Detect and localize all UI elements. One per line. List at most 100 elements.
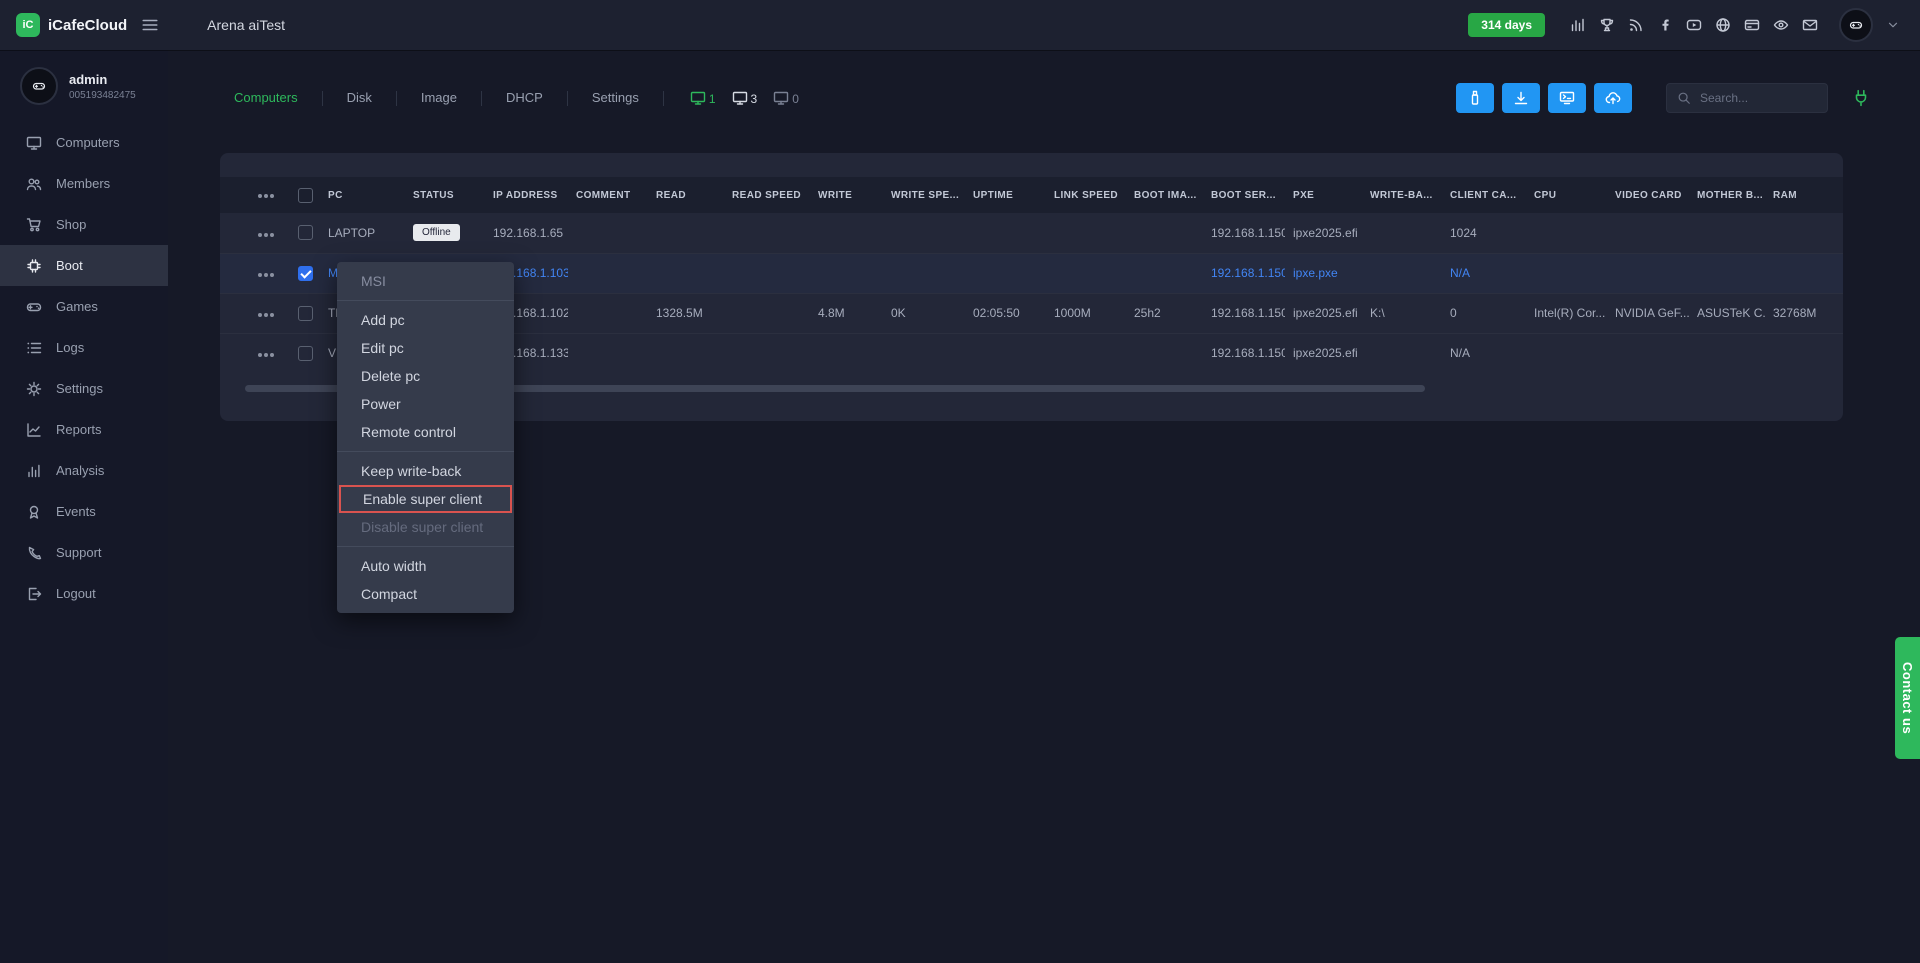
col-uptime[interactable]: UPTIME	[965, 177, 1046, 213]
col-boot-server[interactable]: BOOT SER...	[1203, 177, 1285, 213]
col-ram[interactable]: RAM	[1765, 177, 1843, 213]
col-boot-image[interactable]: BOOT IMA...	[1126, 177, 1203, 213]
menu-item-compact[interactable]: Compact	[337, 580, 514, 608]
row-actions-icon[interactable]	[258, 313, 262, 317]
sidebar-item-logout[interactable]: Logout	[0, 573, 168, 614]
counter-online[interactable]: 1	[690, 90, 716, 106]
globe-icon[interactable]	[1715, 17, 1731, 33]
col-status[interactable]: STATUS	[405, 177, 485, 213]
tab-settings[interactable]: Settings	[568, 78, 663, 118]
cell-ip: 192.168.1.65	[485, 213, 568, 253]
sidebar-item-boot[interactable]: Boot	[0, 245, 168, 286]
sidebar-item-support[interactable]: Support	[0, 532, 168, 573]
sidebar-item-events[interactable]: Events	[0, 491, 168, 532]
license-days-badge[interactable]: 314 days	[1468, 13, 1545, 37]
row-actions-icon[interactable]	[258, 233, 262, 237]
col-pxe[interactable]: PXE	[1285, 177, 1362, 213]
sidebar-item-logs[interactable]: Logs	[0, 327, 168, 368]
phone-icon	[26, 545, 42, 561]
menu-item-disable-super-client: Disable super client	[337, 513, 514, 541]
col-read-speed[interactable]: READ SPEED	[724, 177, 810, 213]
tab-image[interactable]: Image	[397, 78, 481, 118]
people-icon	[26, 176, 42, 192]
col-write[interactable]: WRITE	[810, 177, 883, 213]
download-button[interactable]	[1502, 83, 1540, 113]
col-comment[interactable]: COMMENT	[568, 177, 648, 213]
sidebar-item-settings[interactable]: Settings	[0, 368, 168, 409]
sidebar-item-shop[interactable]: Shop	[0, 204, 168, 245]
tab-dhcp[interactable]: DHCP	[482, 78, 567, 118]
row-checkbox[interactable]	[298, 225, 313, 240]
cell-pc[interactable]: LAPTOP	[320, 213, 405, 253]
counter-total[interactable]: 3	[732, 90, 758, 106]
col-pc[interactable]: PC	[320, 177, 405, 213]
trophy-icon[interactable]	[1599, 17, 1615, 33]
row-checkbox[interactable]	[298, 346, 313, 361]
cell-uptime	[965, 253, 1046, 293]
rss-icon[interactable]	[1628, 17, 1644, 33]
brand[interactable]: iC iCafeCloud	[0, 13, 127, 37]
col-video-card[interactable]: VIDEO CARD	[1607, 177, 1689, 213]
menu-item-keep-write-back[interactable]: Keep write-back	[337, 457, 514, 485]
sidebar-user-avatar	[20, 67, 58, 105]
row-actions-icon[interactable]	[258, 353, 262, 357]
col-client-cache[interactable]: CLIENT CA...	[1442, 177, 1526, 213]
tab-computers[interactable]: Computers	[222, 78, 322, 118]
sidebar-item-analysis[interactable]: Analysis	[0, 450, 168, 491]
row-checkbox-checked[interactable]	[298, 266, 313, 281]
col-write-back[interactable]: WRITE-BA...	[1362, 177, 1442, 213]
tab-disk[interactable]: Disk	[323, 78, 396, 118]
header-actions-icon[interactable]	[258, 194, 262, 198]
menu-item-power[interactable]: Power	[337, 390, 514, 418]
search-input[interactable]	[1698, 90, 1817, 106]
console-button[interactable]	[1548, 83, 1586, 113]
chevron-down-icon[interactable]	[1886, 18, 1900, 32]
user-avatar[interactable]	[1839, 8, 1873, 42]
topbar-right: 314 days	[1468, 8, 1920, 42]
analytics-icon[interactable]	[1570, 17, 1586, 33]
cell-pxe: ipxe2025.efi	[1285, 333, 1362, 373]
col-write-speed[interactable]: WRITE SPE...	[883, 177, 965, 213]
chart-line-icon	[26, 422, 42, 438]
cell-write	[810, 213, 883, 253]
contact-us-tab[interactable]: Contact us	[1895, 637, 1920, 759]
col-motherboard[interactable]: MOTHER B...	[1689, 177, 1765, 213]
menu-item-auto-width[interactable]: Auto width	[337, 552, 514, 580]
sidebar-item-members[interactable]: Members	[0, 163, 168, 204]
menu-item-edit-pc[interactable]: Edit pc	[337, 334, 514, 362]
menu-item-remote-control[interactable]: Remote control	[337, 418, 514, 446]
cell-comment	[568, 213, 648, 253]
facebook-icon[interactable]	[1657, 17, 1673, 33]
cell-client-cache: 1024	[1442, 213, 1526, 253]
youtube-icon[interactable]	[1686, 17, 1702, 33]
sidebar-item-computers[interactable]: Computers	[0, 122, 168, 163]
mail-icon[interactable]	[1802, 17, 1818, 33]
row-checkbox[interactable]	[298, 306, 313, 321]
cell-read	[648, 253, 724, 293]
select-all-checkbox[interactable]	[298, 188, 313, 203]
col-ip[interactable]: IP ADDRESS	[485, 177, 568, 213]
console-icon	[1559, 90, 1575, 106]
col-read[interactable]: READ	[648, 177, 724, 213]
menu-item-enable-super-client[interactable]: Enable super client	[339, 485, 512, 513]
billing-icon[interactable]	[1744, 17, 1760, 33]
col-cpu[interactable]: CPU	[1526, 177, 1607, 213]
cell-ram	[1765, 333, 1843, 373]
col-link-speed[interactable]: LINK SPEED	[1046, 177, 1126, 213]
download-icon	[1513, 90, 1529, 106]
cell-link-speed	[1046, 333, 1126, 373]
cloud-upload-button[interactable]	[1594, 83, 1632, 113]
flash-drive-button[interactable]	[1456, 83, 1494, 113]
monitor-icon	[732, 90, 748, 106]
eye-icon[interactable]	[1773, 17, 1789, 33]
search-icon	[1677, 91, 1691, 105]
plug-icon[interactable]	[1852, 89, 1870, 107]
row-actions-icon[interactable]	[258, 273, 262, 277]
menu-toggle-icon[interactable]	[141, 16, 159, 34]
sidebar-item-reports[interactable]: Reports	[0, 409, 168, 450]
menu-item-add-pc[interactable]: Add pc	[337, 306, 514, 334]
counter-other[interactable]: 0	[773, 90, 799, 106]
menu-item-delete-pc[interactable]: Delete pc	[337, 362, 514, 390]
sidebar-user[interactable]: admin 005193482475	[0, 50, 168, 122]
sidebar-item-games[interactable]: Games	[0, 286, 168, 327]
